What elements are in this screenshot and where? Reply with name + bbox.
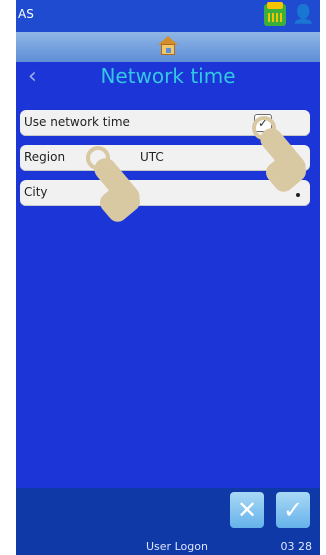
use-network-time-label: Use network time [24, 115, 130, 129]
region-label: Region [24, 150, 66, 164]
clock: 03 28 [280, 540, 313, 553]
status-bar: AS 👤 [16, 0, 320, 32]
page-title: Network time [100, 64, 236, 88]
status-label: AS [18, 7, 34, 21]
user-logon[interactable]: User Logon [146, 540, 208, 553]
city-label: City [24, 185, 48, 199]
city-row[interactable]: City [20, 180, 310, 206]
home-bar [16, 32, 320, 62]
region-value: UTC [140, 150, 164, 164]
title-bar: ‹ Network time [16, 62, 320, 96]
check-icon: ✓ [282, 496, 304, 524]
city-dropdown-indicator [296, 193, 300, 197]
printer-status-icon [264, 2, 286, 26]
device-screen: AS 👤 ‹ Network time Use network time ✓ R… [16, 0, 320, 555]
footer-bar: User Logon 03 28 [16, 538, 320, 555]
home-icon[interactable] [158, 36, 178, 56]
cancel-button[interactable]: ✕ [230, 492, 264, 528]
user-icon: 👤 [292, 4, 315, 25]
cancel-icon: ✕ [236, 496, 258, 524]
status-icons: 👤 [264, 2, 315, 26]
action-bar: ✕ ✓ [16, 488, 320, 538]
confirm-button[interactable]: ✓ [276, 492, 310, 528]
